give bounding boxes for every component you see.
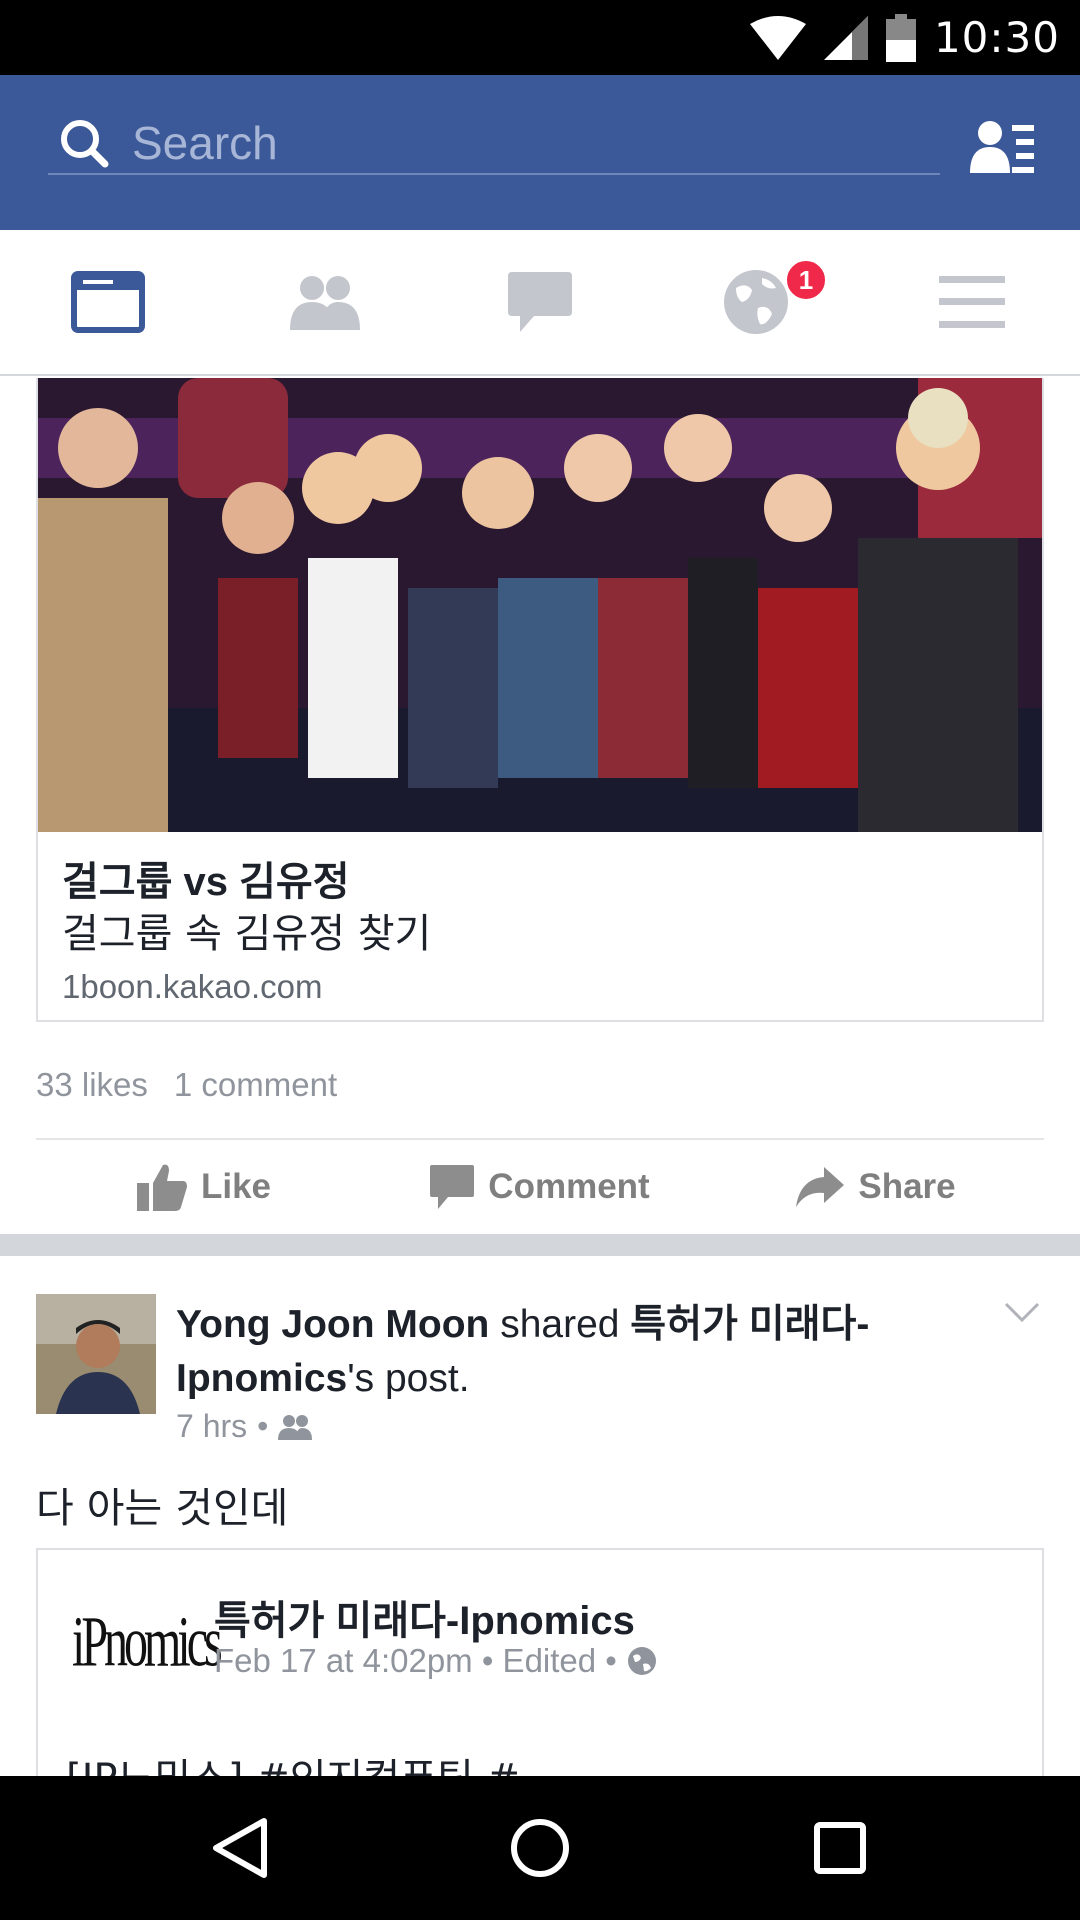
friend-requests-icon[interactable] (970, 119, 1036, 175)
app-header (0, 75, 1080, 230)
news-feed-icon (71, 271, 145, 333)
shared-content-card[interactable]: iPnomics 특허가 미래다-Ipnomics Feb 17 at 4:02… (36, 1548, 1044, 1776)
page-logo-text: iPnomics (72, 1602, 223, 1683)
shared-post: Yong Joon Moon shared 특허가 미래다-Ipnomics 's… (0, 378, 1080, 1776)
friends-icon (290, 276, 360, 330)
tab-friends[interactable] (216, 230, 432, 374)
back-triangle-icon (213, 1818, 267, 1878)
back-button[interactable] (200, 1812, 280, 1884)
chevron-down-icon[interactable] (1004, 1302, 1040, 1324)
dot-separator: • (257, 1408, 269, 1444)
inner-page-name[interactable]: 특허가 미래다-Ipnomics (214, 1588, 635, 1646)
search-input[interactable] (132, 116, 892, 170)
avatar[interactable] (36, 1294, 156, 1414)
clock: 10:30 (933, 13, 1060, 62)
home-button[interactable] (500, 1812, 580, 1884)
post-time[interactable]: 7 hrs (176, 1408, 247, 1445)
page-logo[interactable]: iPnomics (72, 1598, 223, 1733)
cell-signal-icon (823, 15, 868, 60)
battery-icon (885, 13, 916, 62)
inner-post-text: [IP노믹스] #인지컴퓨팅 # (66, 1746, 520, 1776)
search-bar[interactable] (48, 113, 940, 175)
tab-bar: 1 (0, 230, 1080, 376)
post-header-text: Yong Joon Moon shared 특허가 미래다-Ipnomics's… (176, 1298, 936, 1406)
notification-badge: 1 (784, 258, 828, 302)
home-circle-icon (511, 1819, 569, 1877)
wifi-icon (749, 15, 806, 60)
possessive-text: 's post. (347, 1357, 470, 1400)
status-bar: 10:30 (0, 0, 1080, 75)
system-navigation-bar (0, 1776, 1080, 1920)
tab-news-feed[interactable] (0, 230, 216, 374)
friends-audience-icon (278, 1414, 313, 1440)
post-text: 다 아는 것인데 (36, 1484, 289, 1532)
inner-time[interactable]: Feb 17 at 4:02pm • Edited • (214, 1642, 617, 1680)
shared-word: shared (489, 1303, 631, 1346)
recents-button[interactable] (800, 1812, 880, 1884)
tab-messages[interactable] (432, 230, 648, 374)
author-name[interactable]: Yong Joon Moon (176, 1303, 489, 1346)
recents-square-icon (814, 1822, 866, 1874)
public-globe-icon (627, 1647, 656, 1675)
menu-icon (939, 276, 1005, 328)
messages-icon (508, 272, 572, 332)
tab-more[interactable] (864, 230, 1080, 374)
inner-timestamp: Feb 17 at 4:02pm • Edited • (214, 1642, 657, 1680)
post-timestamp: 7 hrs • (176, 1408, 313, 1445)
search-icon (61, 120, 109, 168)
globe-icon (724, 270, 788, 334)
tab-notifications[interactable]: 1 (648, 230, 864, 374)
